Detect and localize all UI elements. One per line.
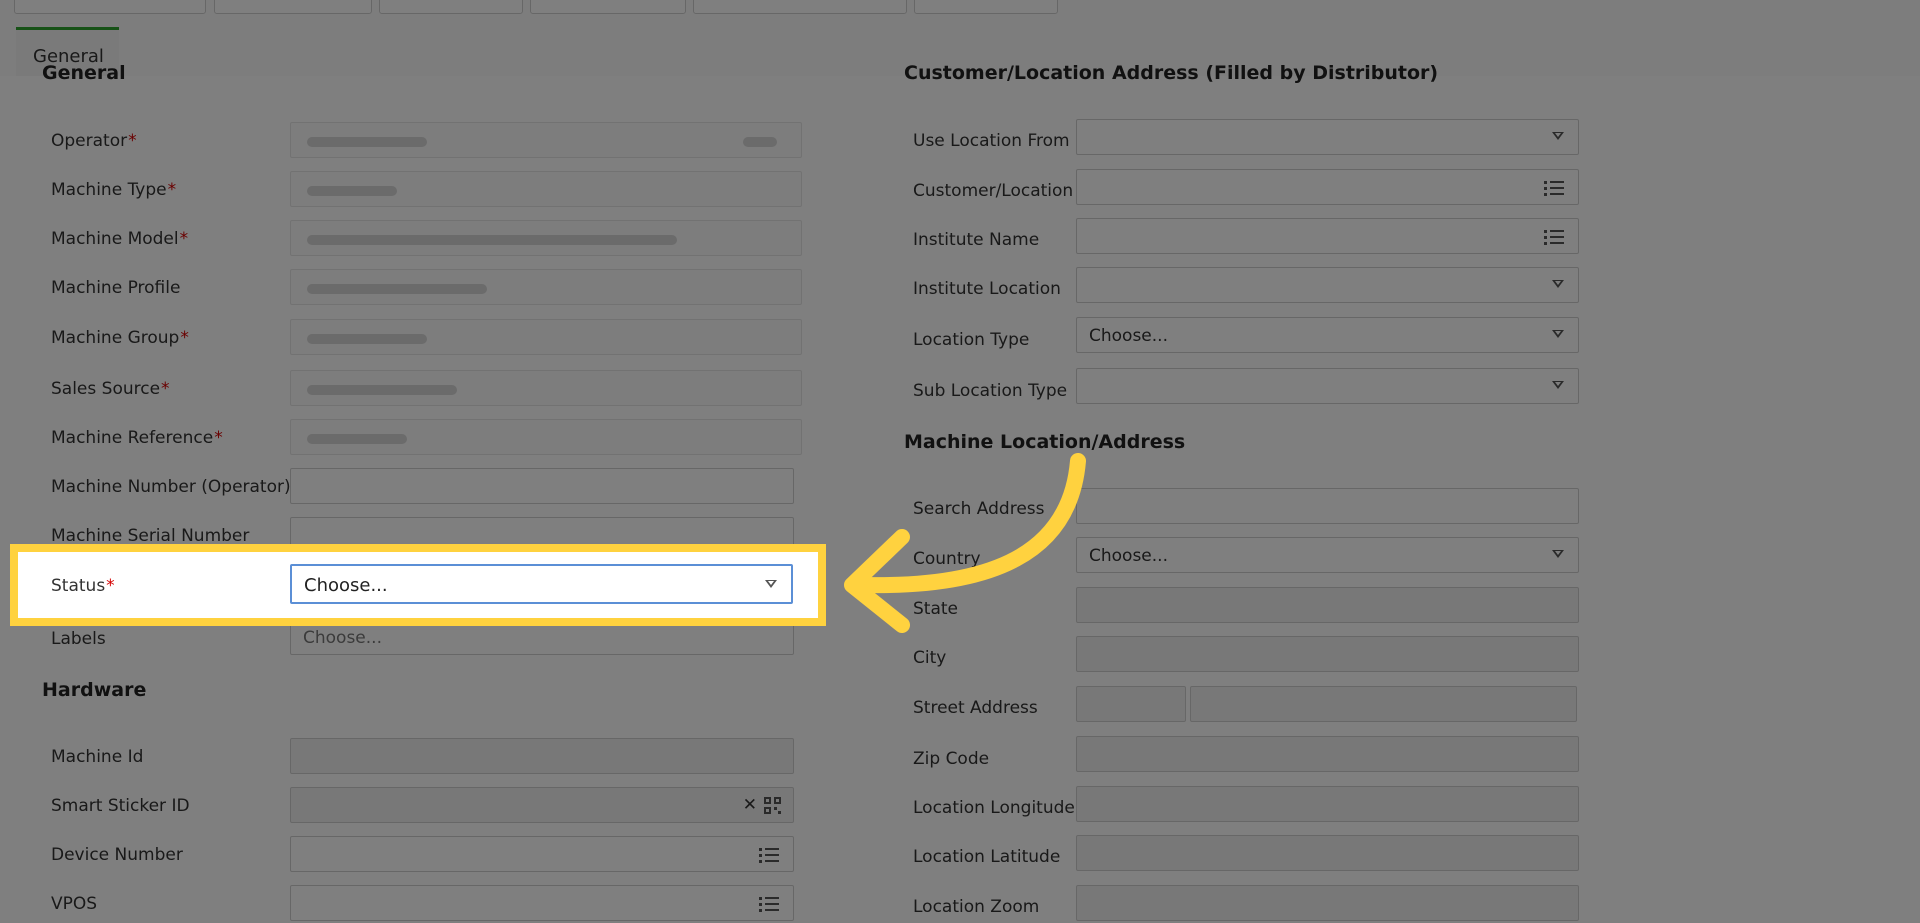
label-institute-location: Institute Location	[913, 279, 1061, 299]
label-location-longitude: Location Longitude	[913, 798, 1075, 818]
label-machine-number: Machine Number (Operator)	[51, 477, 291, 497]
location-type-value: Choose...	[1089, 326, 1168, 346]
label-labels: Labels	[51, 629, 106, 649]
list-icon[interactable]	[759, 896, 779, 912]
use-location-from-select[interactable]	[1076, 119, 1579, 155]
country-select[interactable]: Choose...	[1076, 537, 1579, 573]
zip-code-input[interactable]	[1076, 736, 1579, 772]
label-location-zoom: Location Zoom	[913, 897, 1040, 917]
section-title-customer-address: Customer/Location Address (Filled by Dis…	[904, 62, 1439, 84]
toolbar-button[interactable]	[693, 0, 907, 14]
label-machine-profile: Machine Profile	[51, 278, 181, 298]
location-latitude-input[interactable]	[1076, 835, 1579, 871]
list-icon[interactable]	[1544, 229, 1564, 245]
label-machine-id: Machine Id	[51, 747, 144, 767]
machine-id-input[interactable]	[290, 738, 794, 774]
toolbar-button[interactable]	[379, 0, 523, 14]
country-value: Choose...	[1089, 546, 1168, 566]
label-customer-location: Customer/Location	[913, 181, 1074, 201]
chevron-down-icon	[1552, 132, 1564, 140]
label-machine-serial: Machine Serial Number	[51, 526, 250, 546]
label-status: Status*	[51, 576, 115, 596]
label-machine-type: Machine Type*	[51, 180, 177, 200]
label-smart-sticker: Smart Sticker ID	[51, 796, 190, 816]
clear-icon[interactable]: ✕	[743, 795, 757, 815]
chevron-down-icon	[1552, 550, 1564, 558]
label-vpos: VPOS	[51, 894, 98, 914]
toolbar-button[interactable]	[530, 0, 686, 14]
list-icon[interactable]	[759, 847, 779, 863]
city-input[interactable]	[1076, 636, 1579, 672]
label-location-type: Location Type	[913, 330, 1030, 350]
street-number-input[interactable]	[1076, 686, 1186, 722]
labels-placeholder: Choose...	[303, 628, 382, 648]
chevron-down-icon	[1552, 381, 1564, 389]
label-use-location-from: Use Location From	[913, 131, 1070, 151]
section-title-general: General	[42, 62, 126, 84]
machine-model-field[interactable]	[290, 220, 802, 256]
machine-group-field[interactable]	[290, 319, 802, 355]
qr-code-icon[interactable]	[764, 797, 781, 814]
smart-sticker-input[interactable]: ✕	[290, 787, 794, 823]
institute-name-input[interactable]	[1076, 218, 1579, 254]
customer-location-input[interactable]	[1076, 169, 1579, 205]
machine-reference-field[interactable]	[290, 419, 802, 455]
labels-select[interactable]: Choose...	[290, 619, 794, 655]
location-longitude-input[interactable]	[1076, 786, 1579, 822]
label-sub-location-type: Sub Location Type	[913, 381, 1068, 401]
sub-location-type-select[interactable]	[1076, 368, 1579, 404]
machine-type-field[interactable]	[290, 171, 802, 207]
chevron-down-icon	[765, 580, 777, 588]
label-location-latitude: Location Latitude	[913, 847, 1061, 867]
machine-serial-input[interactable]	[290, 517, 794, 553]
label-machine-group: Machine Group*	[51, 328, 189, 348]
location-zoom-input[interactable]	[1076, 885, 1579, 921]
status-highlight: Status* Choose...	[18, 552, 818, 618]
label-machine-model: Machine Model*	[51, 229, 189, 249]
operator-field[interactable]	[290, 122, 802, 158]
search-address-input[interactable]	[1076, 488, 1579, 524]
chevron-down-icon	[1552, 280, 1564, 288]
toolbar-button[interactable]	[14, 0, 206, 14]
location-type-select[interactable]: Choose...	[1076, 317, 1579, 353]
label-sales-source: Sales Source*	[51, 379, 170, 399]
label-machine-reference: Machine Reference*	[51, 428, 223, 448]
vpos-input[interactable]	[290, 885, 794, 921]
status-value: Choose...	[304, 575, 388, 596]
toolbar-button[interactable]	[214, 0, 372, 14]
machine-profile-field[interactable]	[290, 269, 802, 305]
device-number-input[interactable]	[290, 836, 794, 872]
callout-arrow-icon	[844, 453, 1086, 633]
street-name-input[interactable]	[1190, 686, 1577, 722]
label-city: City	[913, 648, 947, 668]
sales-source-field[interactable]	[290, 370, 802, 406]
chevron-down-icon	[1552, 330, 1564, 338]
list-icon[interactable]	[1544, 180, 1564, 196]
label-device-number: Device Number	[51, 845, 183, 865]
label-institute-name: Institute Name	[913, 230, 1040, 250]
machine-number-input[interactable]	[290, 468, 794, 504]
label-zip-code: Zip Code	[913, 749, 990, 769]
institute-location-select[interactable]	[1076, 267, 1579, 303]
label-street-address: Street Address	[913, 698, 1038, 718]
state-input[interactable]	[1076, 587, 1579, 623]
status-select[interactable]: Choose...	[290, 564, 793, 604]
section-title-hardware: Hardware	[42, 679, 147, 701]
label-operator: Operator*	[51, 131, 137, 151]
toolbar-button[interactable]	[914, 0, 1058, 14]
